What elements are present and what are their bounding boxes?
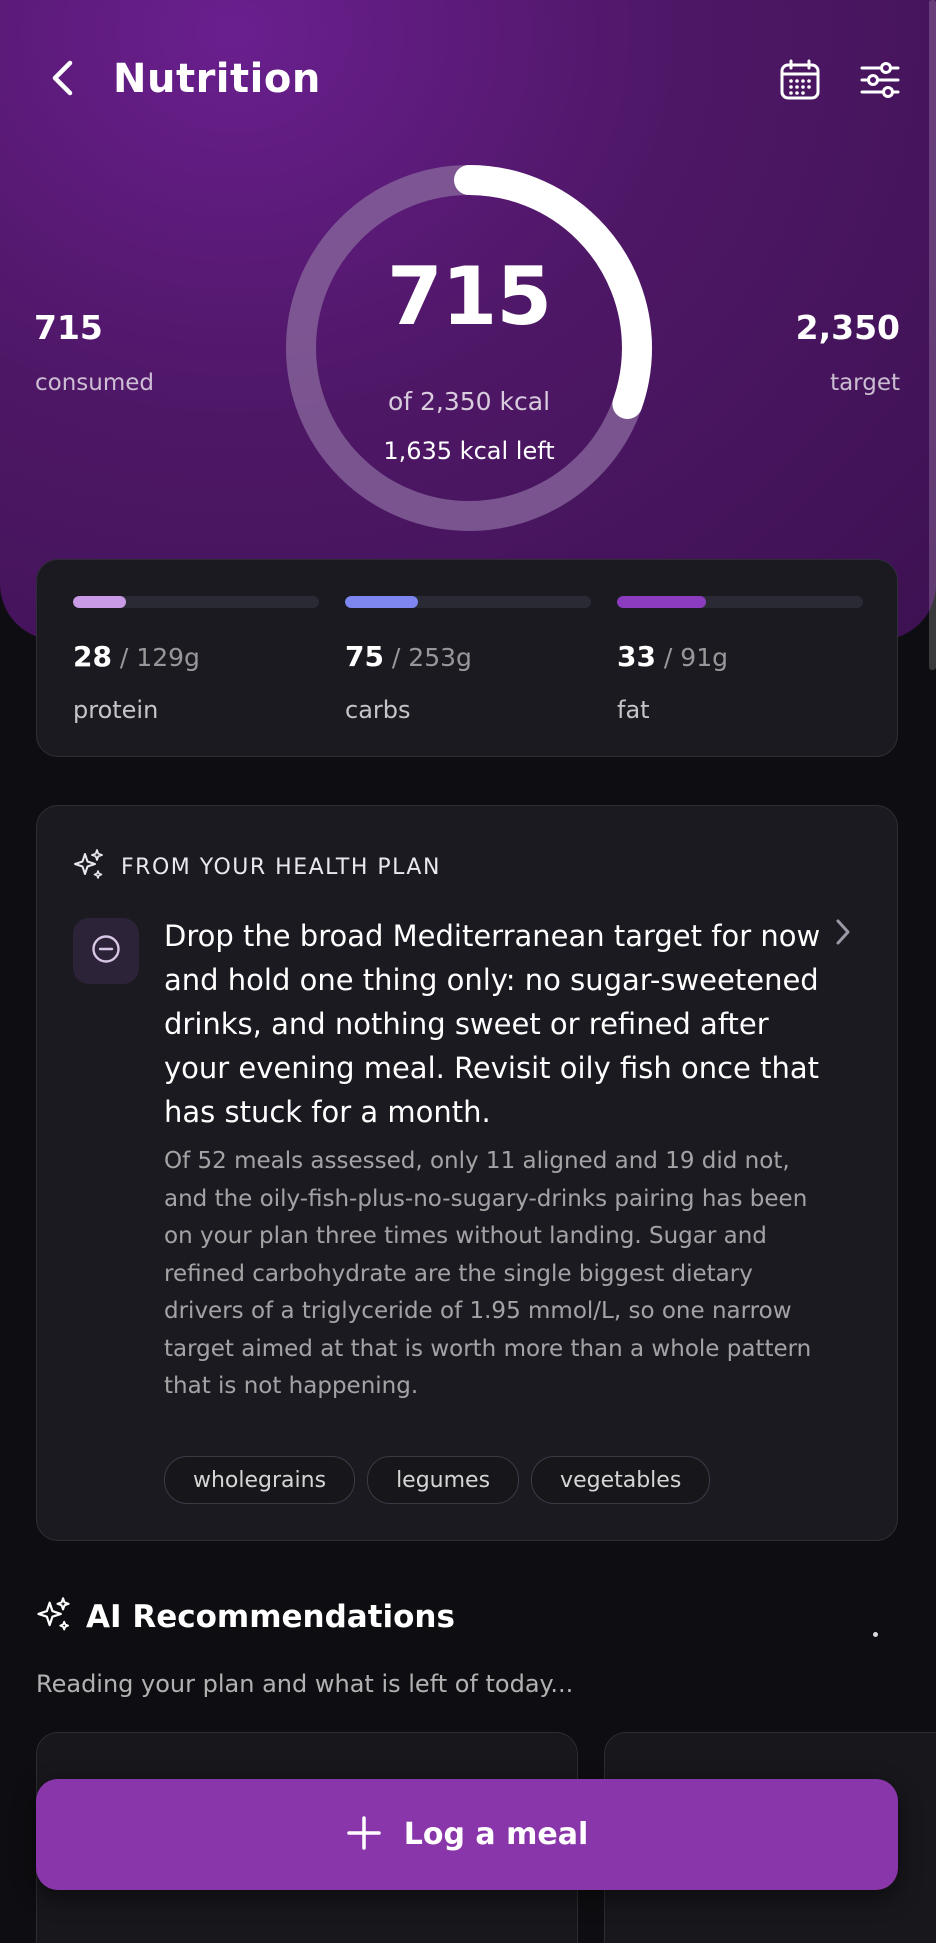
plan-tags: wholegrains legumes vegetables bbox=[164, 1456, 711, 1504]
macro-value: 33 / 91g bbox=[617, 640, 728, 673]
chevron-right-icon bbox=[834, 918, 852, 950]
macro-track bbox=[345, 596, 591, 608]
loading-dot bbox=[873, 1632, 878, 1637]
ai-recommendations-header: AI Recommendations bbox=[34, 1596, 455, 1638]
health-plan-card[interactable]: FROM YOUR HEALTH PLAN Drop the broad Med… bbox=[36, 805, 898, 1541]
macro-card: 28 / 129g protein 75 / 253g carbs 33 / 9… bbox=[36, 559, 898, 757]
macro-fill bbox=[73, 596, 127, 608]
macro-fill bbox=[617, 596, 707, 608]
page-title: Nutrition bbox=[113, 56, 321, 102]
back-button[interactable] bbox=[40, 58, 84, 102]
ring-subtitle: of 2,350 kcal bbox=[387, 387, 551, 416]
macro-fill bbox=[345, 596, 418, 608]
sliders-icon bbox=[860, 62, 900, 102]
ai-title: AI Recommendations bbox=[86, 1599, 455, 1635]
log-meal-label: Log a meal bbox=[403, 1817, 589, 1852]
tag-chip[interactable]: wholegrains bbox=[164, 1456, 356, 1504]
plan-badge bbox=[73, 918, 139, 984]
macro-label: protein bbox=[73, 696, 159, 724]
macro-track bbox=[73, 596, 319, 608]
ring-center: 715 of 2,350 kcal 1,635 kcal left bbox=[286, 165, 652, 531]
target-label: target bbox=[830, 370, 900, 396]
filter-button[interactable] bbox=[856, 58, 904, 106]
plan-title: Drop the broad Mediterranean target for … bbox=[164, 919, 821, 1129]
ring-value: 715 bbox=[387, 250, 552, 343]
scrollbar[interactable] bbox=[929, 0, 936, 670]
plus-icon bbox=[346, 1815, 382, 1855]
calendar-icon bbox=[779, 59, 821, 105]
health-plan-header: FROM YOUR HEALTH PLAN bbox=[71, 848, 441, 886]
plan-body: Of 52 meals assessed, only 11 aligned an… bbox=[164, 1148, 812, 1399]
sparkles-icon bbox=[34, 1596, 72, 1638]
macro-label: fat bbox=[617, 696, 650, 724]
macro-value: 28 / 129g bbox=[73, 640, 200, 673]
consumed-value: 715 bbox=[34, 308, 103, 347]
consumed-label: consumed bbox=[35, 370, 155, 396]
macro-label: carbs bbox=[345, 696, 411, 724]
ring-remaining: 1,635 kcal left bbox=[383, 437, 555, 465]
nutrition-screen: Nutrition 715 consumed 2,350 target 715 … bbox=[0, 0, 936, 1943]
health-plan-heading: FROM YOUR HEALTH PLAN bbox=[121, 854, 441, 880]
minus-circle-icon bbox=[90, 933, 122, 969]
log-meal-button[interactable]: Log a meal bbox=[36, 1779, 898, 1890]
macro-value: 75 / 253g bbox=[345, 640, 472, 673]
tag-chip[interactable]: legumes bbox=[367, 1456, 520, 1504]
ai-subtitle: Reading your plan and what is left of to… bbox=[36, 1670, 574, 1698]
target-value: 2,350 bbox=[795, 308, 900, 347]
sparkles-icon bbox=[71, 848, 105, 886]
macro-track bbox=[617, 596, 863, 608]
calendar-button[interactable] bbox=[776, 58, 824, 106]
chevron-left-icon bbox=[48, 58, 76, 102]
tag-chip[interactable]: vegetables bbox=[531, 1456, 711, 1504]
